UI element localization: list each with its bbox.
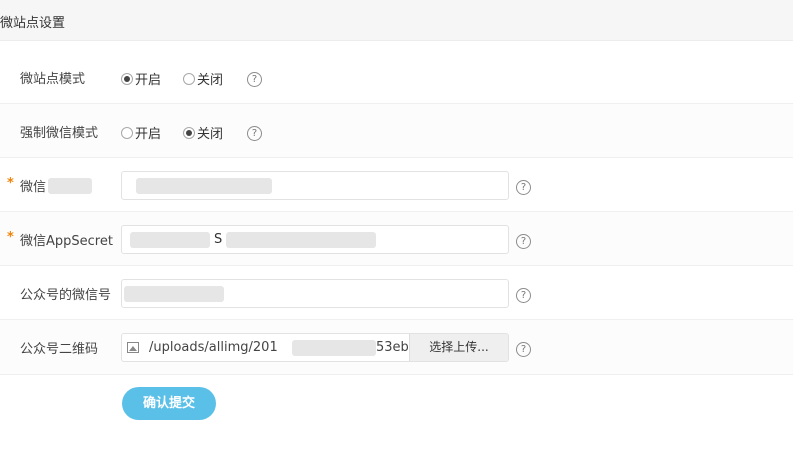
page-title: 微站点设置 (0, 16, 66, 31)
help-icon[interactable]: ? (516, 234, 531, 249)
help-icon[interactable]: ? (516, 180, 531, 195)
help-icon[interactable]: ? (516, 288, 531, 303)
qrcode-file-path-tail: 53eb (376, 340, 409, 355)
appid-label: 微信 (20, 180, 47, 195)
wechat-id-input[interactable] (121, 279, 509, 308)
row-wechat-id: 公众号的微信号 ? (0, 266, 793, 320)
row-site-mode: 微站点模式 开启 关闭 ? (0, 50, 793, 104)
site-mode-label: 微站点模式 (20, 72, 86, 87)
row-force-wechat: 强制微信模式 开启 关闭 ? (0, 104, 793, 158)
force-wechat-off-radio[interactable]: 关闭 (183, 123, 223, 142)
help-icon[interactable]: ? (247, 72, 262, 87)
force-wechat-label: 强制微信模式 (20, 126, 99, 141)
settings-header: 微站点设置 (0, 0, 793, 41)
submit-button[interactable]: 确认提交 (122, 387, 216, 420)
appsecret-input[interactable]: S (121, 225, 509, 254)
qrcode-file-field[interactable]: /uploads/allimg/201 53eb 选择上传... (121, 333, 509, 362)
redacted-label-blur (48, 178, 92, 194)
required-mark: * (7, 230, 14, 245)
site-mode-off-radio[interactable]: 关闭 (183, 69, 223, 88)
redacted-value-blur (292, 340, 376, 356)
appid-input[interactable] (121, 171, 509, 200)
qrcode-file-path: /uploads/allimg/201 (149, 340, 278, 355)
force-wechat-on-radio[interactable]: 开启 (121, 123, 161, 142)
appsecret-label: 微信AppSecret (20, 234, 113, 249)
qrcode-label: 公众号二维码 (20, 342, 99, 357)
row-appid: * 微信 ? (0, 158, 793, 212)
help-icon[interactable]: ? (247, 126, 262, 141)
row-appsecret: * 微信AppSecret S ? (0, 212, 793, 266)
required-mark: * (7, 176, 14, 191)
site-mode-on-radio[interactable]: 开启 (121, 69, 161, 88)
radio-checked-icon[interactable] (121, 72, 133, 85)
redacted-value-blur (130, 232, 210, 248)
wechat-id-label: 公众号的微信号 (20, 288, 112, 303)
redacted-value-blur (136, 178, 272, 194)
redacted-value-blur (124, 286, 224, 302)
radio-unchecked-icon[interactable] (121, 126, 133, 139)
image-icon (127, 342, 139, 353)
radio-checked-icon[interactable] (183, 126, 195, 139)
help-icon[interactable]: ? (516, 342, 531, 357)
radio-unchecked-icon[interactable] (183, 72, 195, 85)
upload-button[interactable]: 选择上传... (409, 334, 508, 361)
redacted-value-blur (226, 232, 376, 248)
